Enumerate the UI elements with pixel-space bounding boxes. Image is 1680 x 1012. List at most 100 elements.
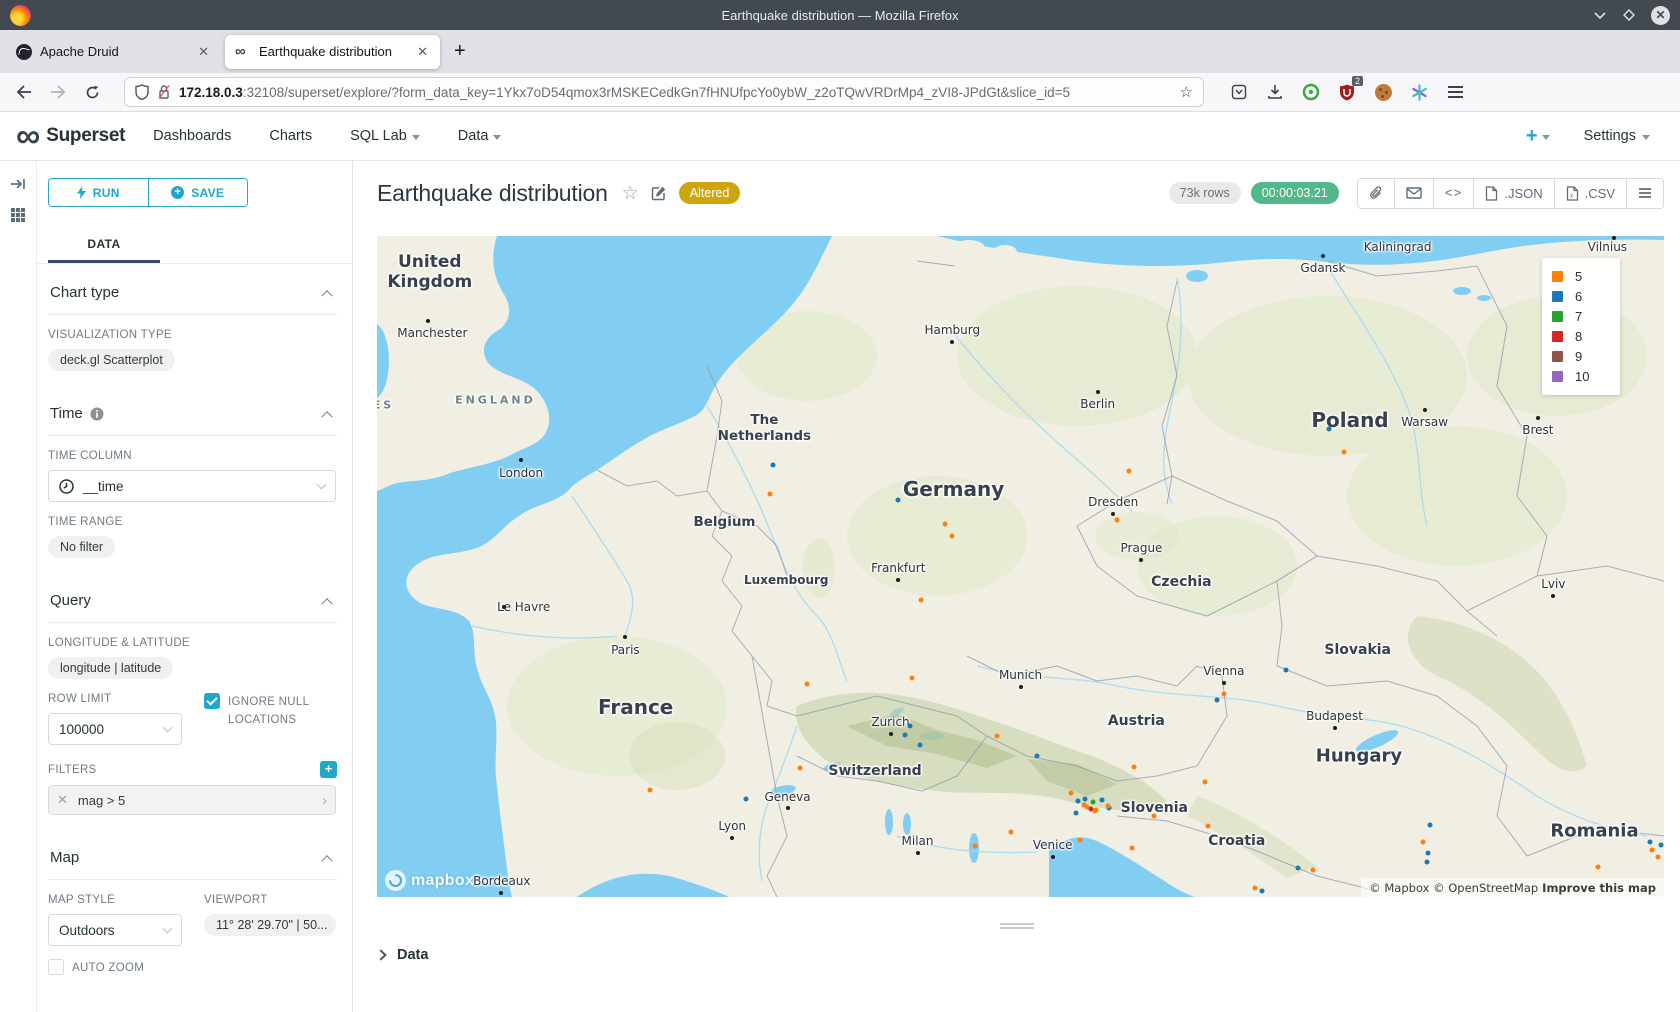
section-chart-type[interactable]: Chart type <box>48 264 337 315</box>
chevron-up-icon <box>321 290 332 301</box>
extension-green-icon[interactable] <box>1300 81 1322 103</box>
nav-sql-lab[interactable]: SQL Lab <box>350 128 420 144</box>
map-style-select[interactable]: Outdoors <box>48 914 182 946</box>
tab-earthquake-distribution[interactable]: ∞ Earthquake distribution ✕ <box>225 35 440 69</box>
scatter-point <box>1425 859 1430 864</box>
new-tab-button[interactable]: + <box>444 40 476 63</box>
improve-map-link[interactable]: Improve this map <box>1542 881 1656 895</box>
download-icon[interactable] <box>1264 81 1286 103</box>
lonlat-label: LONGITUDE & LATITUDE <box>48 637 337 649</box>
mapbox-logo[interactable]: mapbox <box>385 870 474 891</box>
ignore-null-checkbox-row[interactable]: IGNORE NULL LOCATIONS <box>204 693 334 729</box>
file-icon <box>1485 186 1498 201</box>
scatter-point <box>1659 842 1664 847</box>
scatter-point <box>1009 830 1014 835</box>
tab-close-icon[interactable]: ✕ <box>196 44 211 60</box>
nav-charts[interactable]: Charts <box>269 128 312 144</box>
remove-filter-icon[interactable]: ✕ <box>57 792 68 808</box>
back-icon[interactable] <box>10 78 38 106</box>
viewport-value[interactable]: 11° 28' 29.70" | 50... <box>204 914 336 936</box>
legend-item: 6 <box>1552 289 1610 304</box>
viz-type-value[interactable]: deck.gl Scatterplot <box>48 349 175 371</box>
scatter-point <box>1260 889 1265 894</box>
section-map[interactable]: Map <box>48 829 337 880</box>
legend-swatch-icon <box>1552 291 1563 302</box>
scatter-point <box>1076 799 1081 804</box>
email-button[interactable] <box>1395 179 1434 208</box>
scatter-point <box>942 522 947 527</box>
control-panel: RUN + SAVE DATA Chart type VISUALIZATION… <box>37 161 353 1012</box>
map-legend: 5678910 <box>1542 258 1620 395</box>
scatter-point <box>1082 797 1087 802</box>
legend-label: 6 <box>1575 289 1582 304</box>
map-canvas[interactable]: United KingdomENGLANDESManchesterLondonL… <box>377 236 1664 897</box>
chevron-down-icon <box>163 723 173 733</box>
datasource-grid-icon[interactable] <box>10 207 26 223</box>
nav-data[interactable]: Data <box>458 128 502 144</box>
shield-icon[interactable] <box>135 84 149 100</box>
altered-badge[interactable]: Altered <box>679 182 741 204</box>
tab-close-icon[interactable]: ✕ <box>415 44 430 60</box>
collapse-panel-icon[interactable] <box>10 177 26 191</box>
data-panel-toggle[interactable]: Data <box>377 947 428 963</box>
cookie-icon[interactable] <box>1372 81 1394 103</box>
auto-zoom-checkbox-row[interactable]: AUTO ZOOM <box>48 959 337 977</box>
section-time[interactable]: Time <box>48 385 337 436</box>
extension-asterisk-icon[interactable] <box>1408 81 1430 103</box>
chevron-up-icon <box>321 855 332 866</box>
new-item-button[interactable]: + <box>1526 125 1550 148</box>
row-limit-select[interactable]: 100000 <box>48 713 182 745</box>
panel-resize-handle[interactable] <box>1000 923 1034 929</box>
scatter-point <box>1221 692 1226 697</box>
copy-link-button[interactable] <box>1358 179 1395 208</box>
add-filter-button[interactable]: + <box>320 761 337 778</box>
ublock-icon[interactable]: 2 <box>1336 81 1358 103</box>
time-column-select[interactable]: __time <box>48 470 336 502</box>
lock-crossed-icon[interactable] <box>157 84 171 100</box>
checkbox-unchecked-icon[interactable] <box>48 959 64 975</box>
export-csv-button[interactable]: x .CSV <box>1555 179 1627 208</box>
window-titlebar: Earthquake distribution — Mozilla Firefo… <box>0 0 1680 30</box>
reload-icon[interactable] <box>78 78 106 106</box>
scatter-point <box>767 491 772 496</box>
chevron-down-icon <box>493 135 501 140</box>
filter-chip[interactable]: ✕ mag > 5 › <box>48 785 336 815</box>
scatter-point <box>1427 822 1432 827</box>
scatter-point <box>910 676 915 681</box>
legend-label: 9 <box>1575 349 1582 364</box>
time-range-value[interactable]: No filter <box>48 536 115 558</box>
scatter-point <box>1596 865 1601 870</box>
chevron-right-icon <box>375 949 386 960</box>
save-button[interactable]: + SAVE <box>149 179 248 206</box>
superset-logo[interactable]: ∞ Superset <box>16 121 125 151</box>
chevron-down-icon <box>163 924 173 934</box>
scatter-point <box>1650 848 1655 853</box>
menu-hamburger-icon[interactable] <box>1444 81 1466 103</box>
time-range-label: TIME RANGE <box>48 516 337 528</box>
embed-code-button[interactable]: <> <box>1434 179 1475 208</box>
legend-item: 8 <box>1552 329 1610 344</box>
settings-menu[interactable]: Settings <box>1584 128 1650 144</box>
export-json-button[interactable]: .JSON <box>1474 179 1554 208</box>
maximize-icon[interactable] <box>1623 9 1635 21</box>
tab-apache-druid[interactable]: Apache Druid ✕ <box>6 35 221 69</box>
scatter-point <box>1126 469 1131 474</box>
run-button[interactable]: RUN <box>49 179 149 206</box>
tab-data[interactable]: DATA <box>48 229 160 263</box>
chart-menu-button[interactable] <box>1627 179 1663 208</box>
checkbox-checked-icon[interactable] <box>204 693 220 709</box>
close-icon[interactable]: ✕ <box>1651 6 1670 25</box>
pocket-shield-icon[interactable] <box>1228 81 1250 103</box>
minimize-icon[interactable] <box>1593 10 1607 20</box>
forward-icon[interactable] <box>44 78 72 106</box>
chevron-right-icon: › <box>322 792 327 808</box>
edit-icon[interactable] <box>651 185 667 201</box>
section-point-size[interactable]: Point Size <box>48 999 337 1012</box>
legend-swatch-icon <box>1552 371 1563 382</box>
bookmark-star-icon[interactable]: ☆ <box>1180 83 1193 101</box>
url-bar[interactable]: 172.18.0.3:32108/superset/explore/?form_… <box>124 77 1204 107</box>
section-query[interactable]: Query <box>48 572 337 623</box>
nav-dashboards[interactable]: Dashboards <box>153 128 231 144</box>
lonlat-value[interactable]: longitude | latitude <box>48 657 173 679</box>
favorite-star-icon[interactable]: ☆ <box>622 182 639 205</box>
